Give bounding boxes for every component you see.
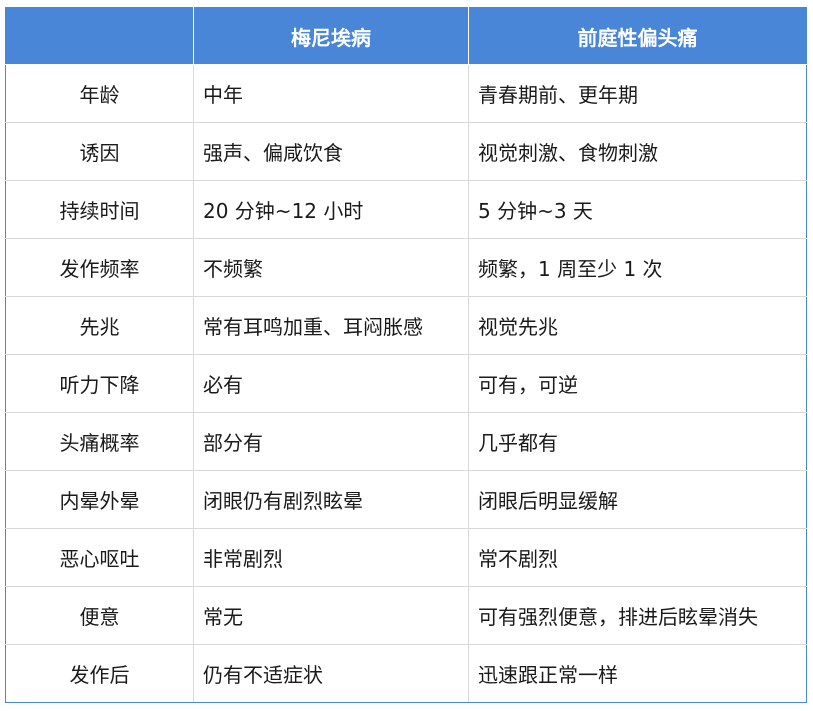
meniere-cell: 仍有不适症状 xyxy=(193,644,469,703)
meniere-cell: 必有 xyxy=(193,354,469,413)
comparison-table-container: 梅尼埃病 前庭性偏头痛 年龄 中年 青春期前、更年期 诱因 强声、偏咸饮食 视觉… xyxy=(5,7,807,703)
meniere-cell: 闭眼仍有剧烈眩晕 xyxy=(193,470,469,529)
meniere-cell: 部分有 xyxy=(193,412,469,471)
table-row: 内晕外晕 闭眼仍有剧烈眩晕 闭眼后明显缓解 xyxy=(5,470,807,529)
table-row: 先兆 常有耳鸣加重、耳闷胀感 视觉先兆 xyxy=(5,296,807,355)
row-label: 持续时间 xyxy=(5,180,194,239)
meniere-cell: 强声、偏咸饮食 xyxy=(193,122,469,181)
table-row: 发作后 仍有不适症状 迅速跟正常一样 xyxy=(5,644,807,703)
table-row: 便意 常无 可有强烈便意，排进后眩晕消失 xyxy=(5,586,807,645)
row-label: 头痛概率 xyxy=(5,412,194,471)
migraine-cell: 几乎都有 xyxy=(468,412,807,471)
meniere-cell: 20 分钟~12 小时 xyxy=(193,180,469,239)
migraine-cell: 5 分钟~3 天 xyxy=(468,180,807,239)
table-row: 头痛概率 部分有 几乎都有 xyxy=(5,412,807,471)
migraine-cell: 青春期前、更年期 xyxy=(468,64,807,123)
table-row: 诱因 强声、偏咸饮食 视觉刺激、食物刺激 xyxy=(5,122,807,181)
comparison-table: 梅尼埃病 前庭性偏头痛 年龄 中年 青春期前、更年期 诱因 强声、偏咸饮食 视觉… xyxy=(5,7,807,703)
migraine-cell: 可有强烈便意，排进后眩晕消失 xyxy=(468,586,807,645)
table-row: 听力下降 必有 可有，可逆 xyxy=(5,354,807,413)
migraine-cell: 常不剧烈 xyxy=(468,528,807,587)
header-cell-vestibular-migraine: 前庭性偏头痛 xyxy=(468,7,807,65)
table-row: 持续时间 20 分钟~12 小时 5 分钟~3 天 xyxy=(5,180,807,239)
migraine-cell: 闭眼后明显缓解 xyxy=(468,470,807,529)
row-label: 诱因 xyxy=(5,122,194,181)
migraine-cell: 视觉刺激、食物刺激 xyxy=(468,122,807,181)
row-label: 发作后 xyxy=(5,644,194,703)
header-cell-meniere: 梅尼埃病 xyxy=(193,7,469,65)
meniere-cell: 不频繁 xyxy=(193,238,469,297)
table-row: 恶心呕吐 非常剧烈 常不剧烈 xyxy=(5,528,807,587)
header-cell-feature xyxy=(5,7,194,65)
table-header-row: 梅尼埃病 前庭性偏头痛 xyxy=(5,7,807,65)
row-label: 年龄 xyxy=(5,64,194,123)
row-label: 先兆 xyxy=(5,296,194,355)
row-label: 恶心呕吐 xyxy=(5,528,194,587)
row-label: 便意 xyxy=(5,586,194,645)
meniere-cell: 非常剧烈 xyxy=(193,528,469,587)
row-label: 听力下降 xyxy=(5,354,194,413)
meniere-cell: 常有耳鸣加重、耳闷胀感 xyxy=(193,296,469,355)
meniere-cell: 中年 xyxy=(193,64,469,123)
migraine-cell: 视觉先兆 xyxy=(468,296,807,355)
row-label: 发作频率 xyxy=(5,238,194,297)
migraine-cell: 可有，可逆 xyxy=(468,354,807,413)
table-row: 年龄 中年 青春期前、更年期 xyxy=(5,64,807,123)
migraine-cell: 频繁，1 周至少 1 次 xyxy=(468,238,807,297)
migraine-cell: 迅速跟正常一样 xyxy=(468,644,807,703)
meniere-cell: 常无 xyxy=(193,586,469,645)
row-label: 内晕外晕 xyxy=(5,470,194,529)
table-row: 发作频率 不频繁 频繁，1 周至少 1 次 xyxy=(5,238,807,297)
